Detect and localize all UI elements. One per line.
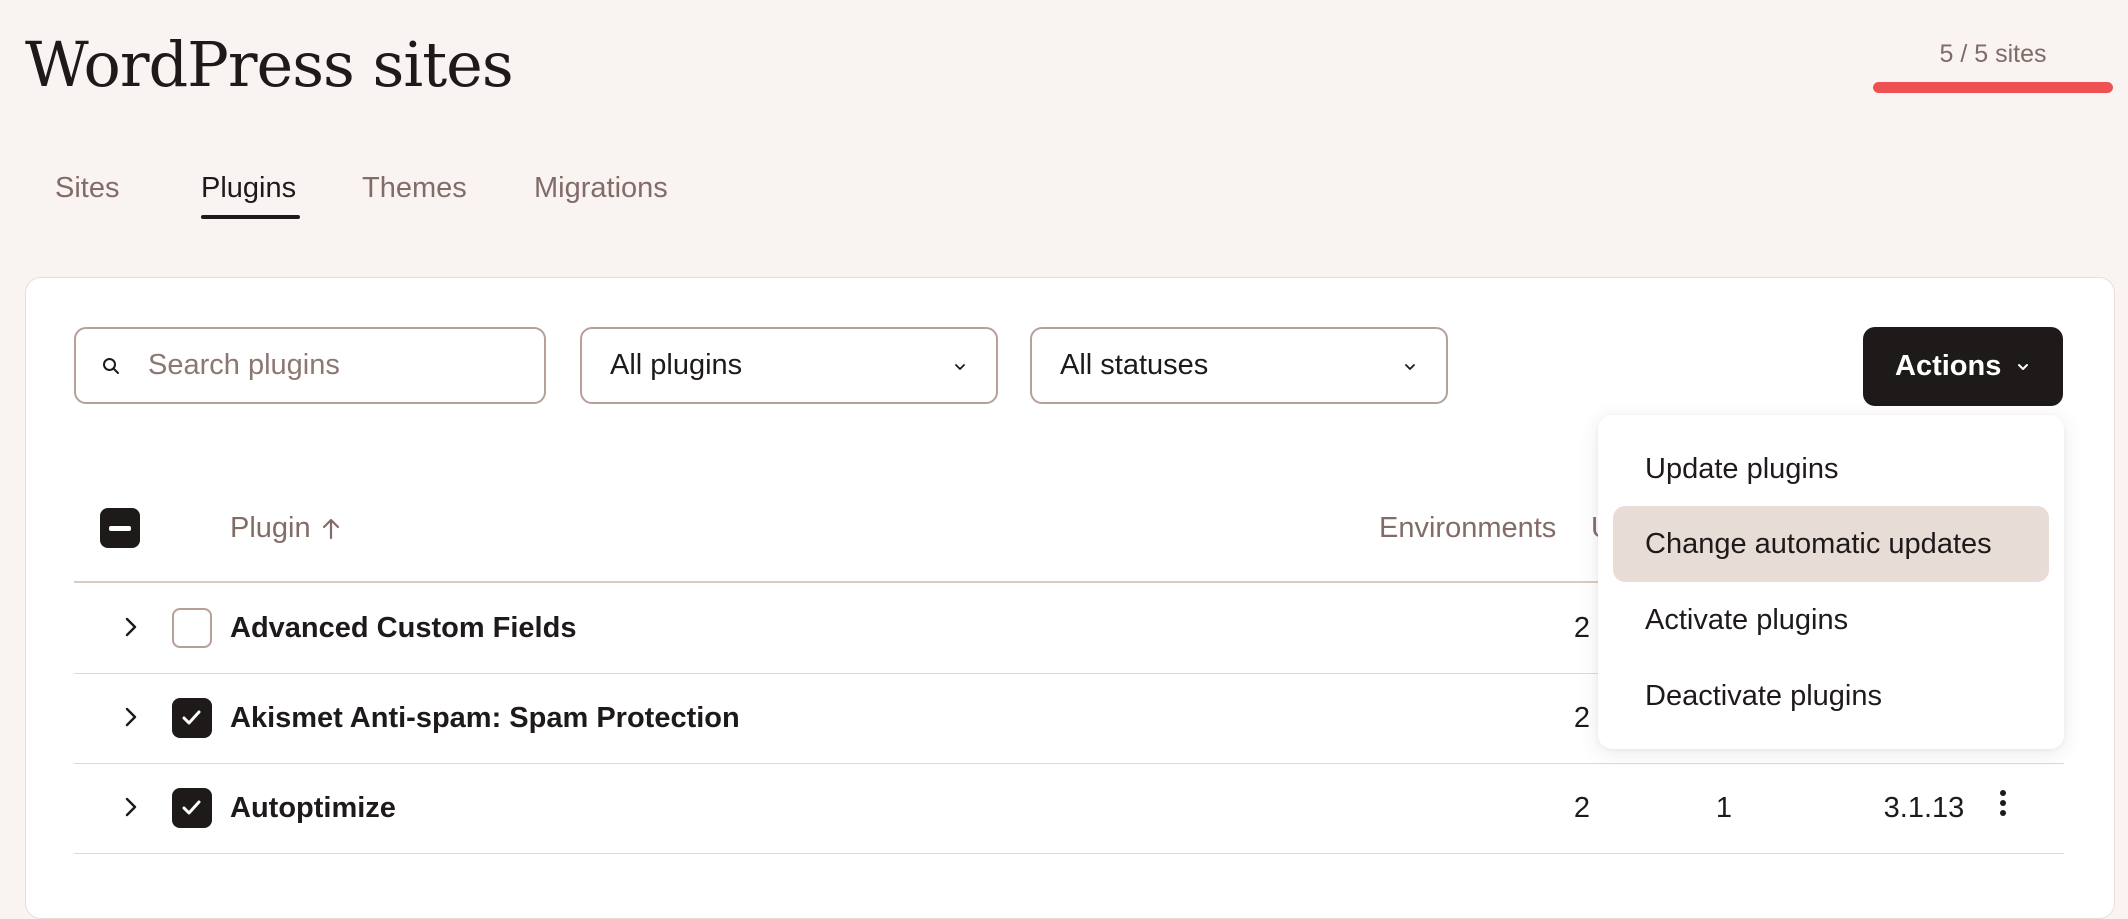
site-usage-bar: [1873, 82, 2113, 93]
tab-migrations[interactable]: Migrations: [534, 172, 668, 219]
plugin-version: 3.1.13: [1883, 792, 1965, 824]
site-count-label: 5 / 5 sites: [1939, 40, 2047, 68]
tab-plugins[interactable]: Plugins: [201, 172, 301, 219]
row-checkbox[interactable]: [172, 788, 212, 828]
check-icon: [182, 710, 201, 725]
chevron-right-icon[interactable]: [124, 616, 138, 638]
select-all-checkbox[interactable]: [100, 508, 140, 548]
chevron-right-icon[interactable]: [124, 706, 138, 728]
column-header-environments[interactable]: Environments: [1379, 512, 1556, 545]
plugin-name: Advanced Custom Fields: [230, 612, 577, 644]
chevron-down-icon: [1405, 364, 1415, 370]
page-title: WordPress sites: [25, 28, 514, 101]
menu-item-label: Change automatic updates: [1645, 527, 1992, 560]
menu-item-change-automatic-updates[interactable]: Change automatic updates: [1613, 506, 2049, 582]
environments-count: 2: [1573, 702, 1591, 734]
menu-item-deactivate-plugins[interactable]: Deactivate plugins: [1613, 658, 2049, 734]
search-box[interactable]: [74, 327, 546, 404]
plugin-name: Autoptimize: [230, 792, 396, 824]
column-header-plugin-label: Plugin: [230, 512, 311, 544]
tab-themes[interactable]: Themes: [362, 172, 467, 219]
environments-count: 2: [1573, 792, 1591, 824]
actions-dropdown-menu: Update plugins Change automatic updates …: [1598, 415, 2064, 749]
chevron-down-icon: [955, 364, 965, 370]
actions-button[interactable]: Actions: [1863, 327, 2063, 406]
tab-sites[interactable]: Sites: [55, 172, 119, 219]
menu-item-label: Activate plugins: [1645, 603, 1849, 636]
column-header-plugin[interactable]: Plugin: [230, 512, 341, 545]
site-usage-meter: 5 / 5 sites: [1873, 40, 2113, 93]
menu-item-activate-plugins[interactable]: Activate plugins: [1613, 582, 2049, 658]
arrow-up-icon: [322, 518, 339, 539]
row-checkbox[interactable]: [172, 698, 212, 738]
menu-item-label: Deactivate plugins: [1645, 679, 1882, 712]
table-row: Autoptimize 2 1 3.1.13: [74, 763, 2064, 854]
more-vertical-icon[interactable]: [1998, 789, 2008, 819]
site-usage-fill: [1873, 82, 2113, 93]
environments-count: 2: [1573, 612, 1591, 644]
status-filter-value: All statuses: [1060, 349, 1209, 381]
plugin-name: Akismet Anti-spam: Spam Protection: [230, 702, 740, 734]
search-input[interactable]: [146, 348, 530, 383]
plugin-filter-select[interactable]: All plugins: [580, 327, 998, 404]
menu-item-update-plugins[interactable]: Update plugins: [1613, 431, 2049, 507]
plugin-filter-value: All plugins: [610, 349, 743, 381]
chevron-down-icon: [2018, 364, 2028, 370]
menu-item-label: Update plugins: [1645, 452, 1839, 485]
check-icon: [182, 800, 201, 815]
status-filter-select[interactable]: All statuses: [1030, 327, 1448, 404]
search-icon: [103, 358, 119, 374]
updates-count: 1: [1715, 792, 1733, 824]
chevron-right-icon[interactable]: [124, 796, 138, 818]
actions-button-label: Actions: [1895, 350, 2002, 382]
row-checkbox[interactable]: [172, 608, 212, 648]
